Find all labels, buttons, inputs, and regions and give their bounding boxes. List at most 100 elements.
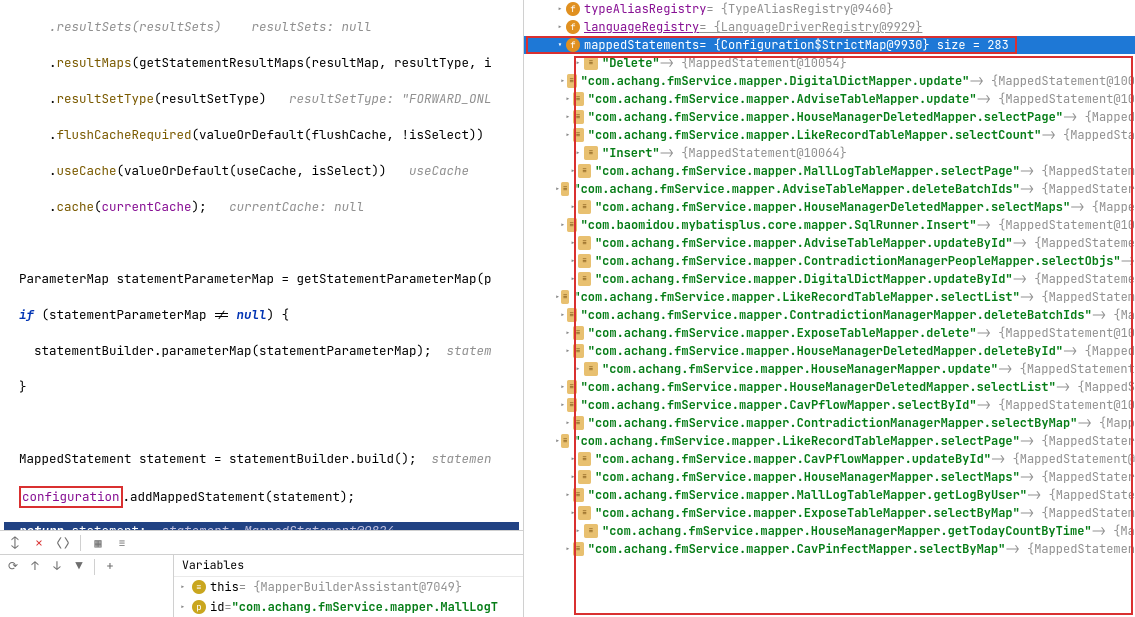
map-key: "com.achang.fmService.mapper.AdviseTable… bbox=[595, 234, 1013, 252]
map-value: -> {Mappe bbox=[1070, 198, 1135, 216]
map-key: "com.achang.fmService.mapper.CavPflowMap… bbox=[595, 450, 991, 468]
expand-icon[interactable]: ▸ bbox=[568, 450, 579, 468]
tree-row-selected[interactable]: ▾ f mappedStatements = {Configuration$St… bbox=[524, 36, 1135, 54]
expand-icon[interactable]: ▸ bbox=[563, 486, 573, 504]
collapse-icon[interactable]: ▾ bbox=[554, 36, 566, 54]
down-icon[interactable]: ↓ bbox=[50, 559, 64, 573]
tree-row[interactable]: ▸ f languageRegistry = {LanguageDriverRe… bbox=[524, 18, 1135, 36]
tree-row[interactable]: ▸≡"com.achang.fmService.mapper.HouseMana… bbox=[524, 108, 1135, 126]
tree-row[interactable]: ▸≡ "com.achang.fmService.mapper.HouseMana… bbox=[524, 522, 1135, 540]
expand-icon[interactable]: ▸ bbox=[554, 432, 561, 450]
expand-icon[interactable]: ▸ bbox=[572, 360, 584, 378]
expand-icon[interactable]: ▸ bbox=[554, 18, 566, 36]
expand-icon[interactable]: ▸ bbox=[554, 180, 561, 198]
list-icon[interactable]: ≡ bbox=[115, 536, 129, 550]
expand-icon[interactable]: ▸ bbox=[572, 522, 584, 540]
map-key: "com.achang.fmService.mapper.MallLogTabl… bbox=[588, 486, 1027, 504]
map-value: -> {MappedStatem bbox=[1020, 504, 1135, 522]
expand-icon[interactable]: ▸ bbox=[563, 126, 573, 144]
tree-row[interactable]: ▸≡"com.achang.fmService.mapper.CavPinfec… bbox=[524, 540, 1135, 558]
tree-row[interactable]: ▸≡"com.achang.fmService.mapper.HouseMana… bbox=[524, 198, 1135, 216]
field-icon: f bbox=[566, 20, 580, 34]
expand-icon[interactable]: ▸ bbox=[563, 540, 573, 558]
expand-icon[interactable]: ▸ bbox=[559, 216, 567, 234]
string-icon: ≡ bbox=[584, 524, 598, 538]
var-this[interactable]: ▸ ≡ this = {MapperBuilderAssistant@7049} bbox=[174, 577, 523, 597]
expand-icon[interactable]: ▸ bbox=[180, 601, 190, 613]
expand-icon[interactable]: ▸ bbox=[568, 198, 579, 216]
tree-row[interactable]: ▸≡"com.achang.fmService.mapper.HouseMana… bbox=[524, 378, 1135, 396]
tree-row[interactable]: ▸≡"com.achang.fmService.mapper.CavPflowM… bbox=[524, 396, 1135, 414]
expand-icon[interactable]: ▸ bbox=[559, 378, 567, 396]
tree-row[interactable]: ▸≡"com.achang.fmService.mapper.ExposeTab… bbox=[524, 504, 1135, 522]
tree-row[interactable]: ▸≡"com.achang.fmService.mapper.MallLogTa… bbox=[524, 162, 1135, 180]
tree-row[interactable]: ▸≡"com.achang.fmService.mapper.Contradic… bbox=[524, 306, 1135, 324]
tree-row[interactable]: ▸≡"com.achang.fmService.mapper.Contradic… bbox=[524, 252, 1135, 270]
var-id[interactable]: ▸ p id = "com.achang.fmService.mapper.Ma… bbox=[174, 597, 523, 617]
tree-row[interactable]: ▸≡"com.achang.fmService.mapper.LikeRecor… bbox=[524, 288, 1135, 306]
string-icon: ≡ bbox=[573, 542, 584, 556]
expand-icon[interactable]: ▸ bbox=[554, 0, 566, 18]
expand-icon[interactable]: ▸ bbox=[568, 504, 579, 522]
tree-row[interactable]: ▸≡"com.achang.fmService.mapper.Contradic… bbox=[524, 414, 1135, 432]
rerun-icon[interactable]: ⟳ bbox=[6, 559, 20, 573]
expand-icon[interactable]: ▸ bbox=[559, 396, 567, 414]
tree-row[interactable]: ▸≡"com.achang.fmService.mapper.DigitalDi… bbox=[524, 72, 1135, 90]
brackets-icon[interactable]: ⟨⟩ bbox=[56, 536, 70, 550]
tree-row[interactable]: ▸ ≡ "Delete" -> {MappedStatement@10054} bbox=[524, 54, 1135, 72]
expand-icon[interactable]: ▸ bbox=[568, 270, 579, 288]
tree-row[interactable]: ▸≡"com.baomidou.mybatisplus.core.mapper.… bbox=[524, 216, 1135, 234]
expand-icon[interactable]: ▸ bbox=[563, 108, 573, 126]
expand-icon[interactable]: ▸ bbox=[568, 162, 579, 180]
tree-row[interactable]: ▸≡"com.achang.fmService.mapper.HouseMana… bbox=[524, 468, 1135, 486]
debug-tree[interactable]: ▸ f typeAliasRegistry = {TypeAliasRegist… bbox=[524, 0, 1135, 558]
debug-controls: ⟳ ↑ ↓ ▼ + bbox=[0, 555, 174, 617]
expand-icon[interactable]: ▸ bbox=[180, 581, 190, 593]
expand-icon[interactable]: ▸ bbox=[572, 54, 584, 72]
tree-row[interactable]: ▸≡"com.achang.fmService.mapper.AdviseTab… bbox=[524, 90, 1135, 108]
expand-icon[interactable]: ▸ bbox=[563, 324, 573, 342]
map-value: -> {Mapped bbox=[1063, 108, 1135, 126]
tree-row[interactable]: ▸≡"com.achang.fmService.mapper.LikeRecor… bbox=[524, 126, 1135, 144]
variables-header: Variables bbox=[174, 555, 523, 577]
tree-row[interactable]: ▸≡"com.achang.fmService.mapper.HouseMana… bbox=[524, 342, 1135, 360]
expand-icon[interactable]: ▸ bbox=[563, 414, 573, 432]
map-value: -> {MappedStatement@ bbox=[991, 450, 1135, 468]
remove-icon[interactable]: ✕ bbox=[32, 536, 46, 550]
expand-icon[interactable]: ▸ bbox=[554, 288, 561, 306]
expand-icon[interactable]: ▸ bbox=[559, 306, 567, 324]
param-icon: p bbox=[192, 600, 206, 614]
add-icon[interactable]: + bbox=[103, 559, 117, 573]
tree-row[interactable]: ▸≡"com.achang.fmService.mapper.DigitalDi… bbox=[524, 270, 1135, 288]
grid-icon[interactable]: ▦ bbox=[91, 536, 105, 550]
filter-icon[interactable]: ▼ bbox=[72, 559, 86, 573]
map-value: -> {MappedStatemen bbox=[1005, 540, 1135, 558]
sort-icon[interactable]: ↕ bbox=[8, 536, 22, 550]
tree-row[interactable]: ▸ ≡ "Insert" -> {MappedStatement@10064} bbox=[524, 144, 1135, 162]
map-value: -> {MappedStatement bbox=[998, 360, 1135, 378]
field-icon: f bbox=[566, 38, 580, 52]
tree-row[interactable]: ▸≡"com.achang.fmService.mapper.ExposeTab… bbox=[524, 324, 1135, 342]
code-editor[interactable]: .resultSets(resultSets) resultSets: null… bbox=[0, 0, 523, 530]
expand-icon[interactable]: ▸ bbox=[572, 144, 584, 162]
tree-row[interactable]: ▸ f typeAliasRegistry = {TypeAliasRegist… bbox=[524, 0, 1135, 18]
expand-icon[interactable]: ▸ bbox=[568, 234, 579, 252]
expand-icon[interactable]: ▸ bbox=[568, 252, 579, 270]
tree-row[interactable]: ▸≡"com.achang.fmService.mapper.LikeRecor… bbox=[524, 432, 1135, 450]
tree-row[interactable]: ▸≡"com.achang.fmService.mapper.CavPflowM… bbox=[524, 450, 1135, 468]
tree-row[interactable]: ▸≡"com.achang.fmService.mapper.AdviseTab… bbox=[524, 234, 1135, 252]
up-icon[interactable]: ↑ bbox=[28, 559, 42, 573]
expand-icon[interactable]: ▸ bbox=[559, 72, 567, 90]
expand-icon[interactable]: ▸ bbox=[563, 342, 573, 360]
map-value: -> {MappedStater bbox=[1020, 432, 1135, 450]
tree-row[interactable]: ▸≡"com.achang.fmService.mapper.AdviseTab… bbox=[524, 180, 1135, 198]
tree-row[interactable]: ▸≡"com.achang.fmService.mapper.HouseMana… bbox=[524, 360, 1135, 378]
tree-row[interactable]: ▸≡ "com.achang.fmService.mapper.MallLogTa… bbox=[524, 486, 1135, 504]
expand-icon[interactable]: ▸ bbox=[563, 90, 573, 108]
map-value: -> {Mapped bbox=[1063, 342, 1135, 360]
string-icon: ≡ bbox=[584, 56, 598, 70]
map-key: "com.achang.fmService.mapper.HouseManage… bbox=[602, 522, 1092, 540]
string-icon: ≡ bbox=[573, 488, 584, 502]
map-key: "com.achang.fmService.mapper.CavPflowMap… bbox=[581, 396, 977, 414]
expand-icon[interactable]: ▸ bbox=[568, 468, 579, 486]
